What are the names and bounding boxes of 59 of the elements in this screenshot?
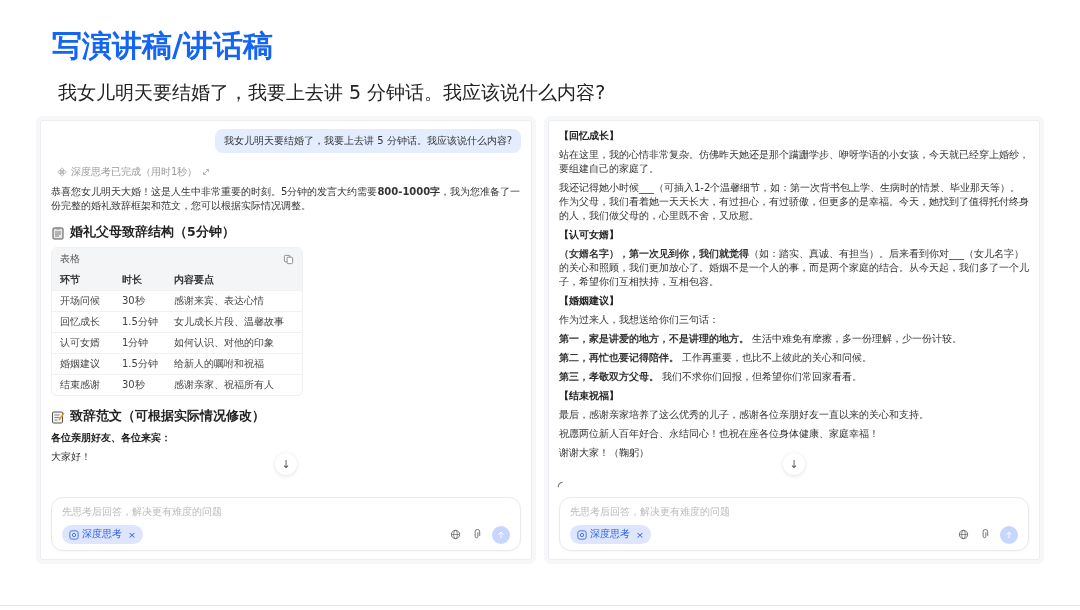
paragraph: 恭喜您女儿明天大婚！这是人生中非常重要的时刻。5分钟的发言大约需要800-1000字，我为您准备了一份完整的婚礼致辞框架和范文，您可以根据实际情况调整。 [51,185,521,213]
question-text: 我女儿明天要结婚了，我要上去讲 5 分钟话。我应该说什么内容? [58,80,607,105]
paragraph: 第二，再忙也要记得陪伴。 工作再重要，也比不上彼此的关心和问候。 [559,351,874,365]
paragraph: 祝愿两位新人百年好合、永结同心！也祝在座各位身体健康、家庭幸福！ [559,427,880,441]
atom-icon [57,167,67,177]
section-heading: 【婚姻建议】 [559,294,620,308]
table-caption: 表格 [60,252,80,266]
paragraph: 大家好！ [51,450,92,464]
table-cell-text: 回忆成长 [60,315,101,329]
paperclip-icon[interactable] [979,529,990,540]
arrow-up-icon [496,529,506,540]
globe-icon[interactable] [450,529,461,540]
table-cell-text: 1分钟 [122,336,150,350]
slide-title: 写演讲稿/讲话稿 [52,27,274,65]
section-heading: 【回忆成长】 [559,129,620,143]
salutation: 各位亲朋好友、各位来宾： [51,431,172,445]
paperclip-icon[interactable] [471,529,482,540]
target-icon [577,529,587,540]
table-cell-text: 1.5分钟 [122,357,159,371]
table-cell-text: 婚姻建议 [60,357,101,371]
table-cell-text: 如何认识、对他的印象 [174,336,275,350]
thinking-status: 深度思考已完成（用时1秒） [71,165,198,179]
table-cell-text: 女儿成长片段、温馨故事 [174,315,285,329]
table-cell-text: 开场问候 [60,294,101,308]
clipboard-icon [51,225,65,240]
table-cell-text: 30秒 [122,294,146,308]
paragraph: 作为过来人，我想送给你们三句话： [559,313,720,327]
table-cell-text: 感谢亲家、祝福所有人 [174,378,275,392]
section-heading: 致辞范文（可根据实际情况修改） [70,408,265,425]
copy-icon[interactable] [283,253,294,265]
table-cell-text: 感谢来宾、表达心情 [174,294,265,308]
paragraph: 第一，家是讲爱的地方，不是讲理的地方。 生活中难免有摩擦，多一份理解，少一份计较。 [559,332,964,346]
table-cell-text: 30秒 [122,378,146,392]
paragraph: 我还记得她小时候___（可插入1-2个温馨细节，如：第一次背书包上学、生病时的情景、毕业那天等）。作为父母，我们看着她一天天长大，有过担心，有过骄傲，但更多的是幸福。今天，她找到了值得托付终身的人，我们做父母的，心里既不舍，又欣慰。 [559,181,1029,223]
column-header: 内容要点 [174,273,215,287]
user-message: 我女儿明天要结婚了，我要上去讲 5 分钟话。我应该说什么内容? [214,129,521,153]
collapse-icon[interactable] [201,167,212,177]
table-cell-text: 认可女婿 [60,336,101,350]
paragraph: 谢谢大家！（鞠躬） [559,446,650,460]
scroll-down-button[interactable]: ↓ [275,453,297,475]
column-header: 时长 [122,273,143,287]
section-heading: 【认可女婿】 [559,228,620,242]
section-heading: 婚礼父母致辞结构（5分钟） [70,224,235,241]
globe-icon[interactable] [958,529,969,540]
arrow-up-icon [1004,529,1014,540]
deep-think-toggle[interactable]: 深度思考 × [570,525,651,544]
paragraph: 最后，感谢亲家培养了这么优秀的儿子，感谢各位亲朋好友一直以来的关心和支持。 [559,408,930,422]
paragraph: 第三，孝敬双方父母。 我们不求你们回报，但希望你们常回家看看。 [559,370,864,384]
scroll-down-button[interactable]: ↓ [783,453,805,475]
deep-think-toggle[interactable]: 深度思考 × [62,525,143,544]
section-heading: 【结束祝福】 [559,389,620,403]
memo-icon [51,409,65,424]
table-cell-text: 给新人的嘱咐和祝福 [174,357,265,371]
table-cell-text: 1.5分钟 [122,315,159,329]
paragraph: （女婿名字），第一次见到你，我们就觉得（如：踏实、真诚、有担当）。后来看到你对___（女儿名字）的关心和照顾，我们更加放心了。婚姻不是一个人的事，而是两个家庭的结合。从今天起，我们多了一个儿子，希望你们互相扶持，互相包容。 [559,247,1029,289]
target-icon [69,529,79,540]
column-header: 环节 [60,273,81,287]
table-cell-text: 结束感谢 [60,378,101,392]
paragraph: 站在这里，我的心情非常复杂。仿佛昨天她还是那个蹒跚学步、咿呀学语的小女孩，今天就已经穿上婚纱，要组建自己的家庭了。 [559,148,1029,176]
